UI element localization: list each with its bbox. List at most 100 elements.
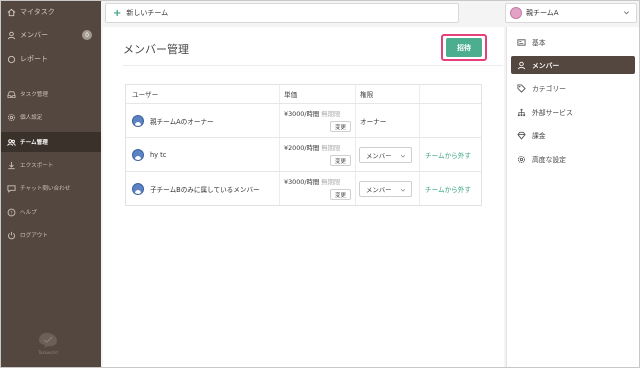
sidebar-item-chat-support[interactable]: チャット問い合わせ (1, 179, 101, 197)
table-row: 子チームBのみに属しているメンバー ¥3000/時間 無期限 変更 メンバー チー… (126, 171, 481, 205)
people-icon (7, 138, 16, 147)
divider (355, 138, 356, 171)
divider (123, 65, 503, 66)
settings-item-label: 基本 (532, 39, 546, 47)
plus-icon: + (113, 7, 122, 19)
download-icon (7, 161, 16, 170)
header-price: 単価 (284, 91, 298, 99)
sidebar-item-label: メンバー (20, 31, 48, 39)
sidebar-item-personal-settings[interactable]: 個人設定 (1, 108, 101, 126)
price-limit: 無期限 (321, 144, 341, 152)
network-icon (517, 108, 526, 117)
sidebar-item-label: チーム管理 (20, 140, 48, 146)
invite-button[interactable]: 招待 (446, 38, 482, 57)
change-price-button[interactable]: 変更 (330, 155, 351, 166)
table-header-row: ユーザー 単価 権限 (126, 85, 481, 103)
divider (419, 172, 420, 205)
sidebar-item-help[interactable]: ? ヘルプ (1, 203, 101, 221)
sidebar-item-label: ヘルプ (20, 210, 37, 216)
table-row: 親チームAのオーナー ¥3000/時間 無期限 変更 オーナー (126, 103, 481, 137)
divider (279, 104, 280, 137)
sidebar: マイタスク メンバー 0 レポート タスク管理 個人設定 チーム管理 エクスポー… (1, 1, 101, 367)
sidebar-item-my-tasks[interactable]: マイタスク (1, 3, 101, 21)
divider (355, 172, 356, 205)
avatar (132, 182, 144, 195)
divider (279, 138, 280, 171)
change-price-button[interactable]: 変更 (330, 189, 351, 200)
settings-item-label: 課金 (532, 132, 546, 140)
help-icon: ? (7, 208, 16, 217)
settings-nav: 基本 メンバー カテゴリー 外部サービス 課金 高度な設定 (506, 27, 639, 367)
main-content: メンバー管理 招待 ユーザー 単価 権限 親チームAのオーナー ¥3000/時間… (103, 27, 504, 367)
remove-from-team-link[interactable]: チームから外す (425, 172, 471, 205)
price-limit: 無期限 (321, 110, 341, 118)
gear-icon (7, 113, 16, 122)
settings-item-basic[interactable]: 基本 (511, 33, 635, 51)
tag-icon (517, 83, 526, 93)
user-name: 親チームAのオーナー (150, 117, 214, 126)
user-cell: 親チームAのオーナー (132, 104, 214, 137)
settings-item-members[interactable]: メンバー (511, 56, 635, 74)
sidebar-item-label: レポート (20, 55, 48, 63)
app-logo: Taskworld (31, 331, 65, 363)
chevron-down-icon (400, 187, 406, 195)
sidebar-item-export[interactable]: エクスポート (1, 156, 101, 174)
price-limit: 無期限 (321, 178, 341, 186)
avatar (132, 148, 144, 161)
settings-item-label: メンバー (532, 62, 560, 70)
remove-from-team-link[interactable]: チームから外す (425, 138, 471, 171)
settings-item-advanced[interactable]: 高度な設定 (511, 150, 635, 168)
diamond-icon (517, 131, 526, 140)
role-select-value: メンバー (366, 151, 392, 160)
person-icon (7, 31, 16, 40)
gear-icon (517, 155, 526, 164)
price-value: ¥3000/時間 (284, 110, 320, 118)
sidebar-item-label: タスク管理 (20, 92, 48, 98)
app-window: マイタスク メンバー 0 レポート タスク管理 個人設定 チーム管理 エクスポー… (0, 0, 640, 368)
settings-item-external-services[interactable]: 外部サービス (511, 103, 635, 121)
divider (419, 85, 420, 103)
price-value: ¥2000/時間 (284, 144, 320, 152)
topbar: + 新しいチーム 親チームA (101, 1, 639, 27)
bird-logo-icon (39, 332, 57, 348)
user-cell: 子チームBのみに属しているメンバー (132, 172, 260, 205)
price-text: ¥3000/時間 無期限 (284, 177, 340, 186)
sidebar-item-members[interactable]: メンバー 0 (1, 26, 101, 44)
user-name: 子チームBのみに属しているメンバー (150, 185, 260, 194)
divider (355, 104, 356, 137)
chat-icon (7, 184, 16, 193)
sidebar-item-reports[interactable]: レポート (1, 50, 101, 68)
price-text: ¥2000/時間 無期限 (284, 143, 340, 152)
role-select-value: メンバー (366, 185, 392, 194)
team-selector[interactable]: 親チームA (505, 3, 637, 23)
sidebar-item-label: 個人設定 (20, 115, 43, 121)
settings-item-billing[interactable]: 課金 (511, 126, 635, 144)
page-title: メンバー管理 (123, 43, 189, 56)
settings-item-categories[interactable]: カテゴリー (511, 79, 635, 97)
divider (279, 172, 280, 205)
team-name: 親チームA (526, 9, 559, 17)
header-role: 権限 (360, 91, 374, 99)
sidebar-item-logout[interactable]: ログアウト (1, 226, 101, 244)
sidebar-item-label: エクスポート (20, 163, 54, 169)
divider (419, 104, 420, 137)
price-text: ¥3000/時間 無期限 (284, 109, 340, 118)
divider (279, 85, 280, 103)
change-price-button[interactable]: 変更 (330, 121, 351, 132)
logo-text: Taskworld (38, 350, 58, 355)
tray-icon (7, 90, 16, 99)
team-avatar (510, 7, 522, 19)
user-cell: hy tc (132, 138, 166, 171)
settings-item-label: 高度な設定 (532, 156, 566, 164)
circle-icon (7, 55, 16, 64)
avatar (132, 114, 144, 127)
sidebar-item-task-management[interactable]: タスク管理 (1, 85, 101, 103)
new-team-label: 新しいチーム (126, 9, 169, 17)
person-icon (517, 61, 526, 70)
role-select[interactable]: メンバー (359, 181, 412, 197)
chevron-down-icon (623, 9, 630, 18)
settings-item-label: カテゴリー (532, 85, 566, 93)
role-select[interactable]: メンバー (359, 147, 412, 163)
new-team-button[interactable]: + 新しいチーム (105, 3, 459, 23)
sidebar-item-team-management[interactable]: チーム管理 (1, 132, 101, 152)
